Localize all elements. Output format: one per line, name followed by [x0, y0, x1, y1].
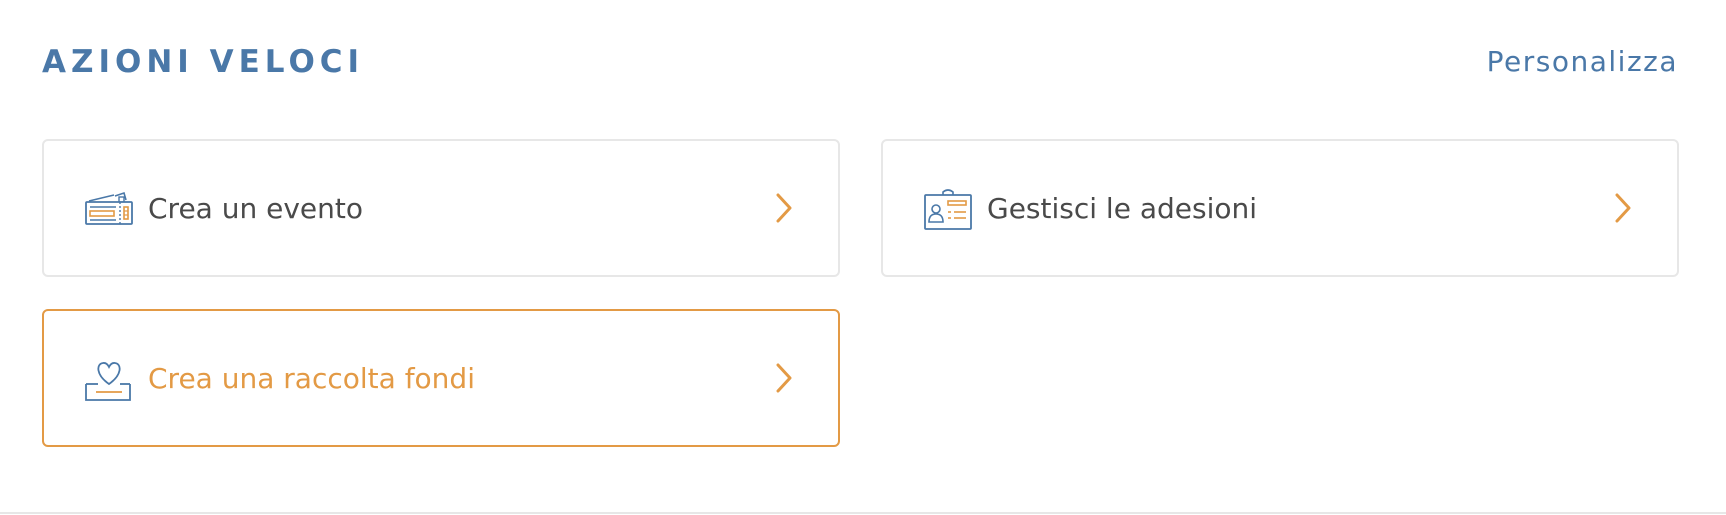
action-card-create-event[interactable]: Crea un evento	[42, 139, 840, 277]
chevron-right-icon	[774, 362, 794, 394]
action-card-label: Crea un evento	[148, 192, 364, 225]
ticket-icon	[84, 188, 134, 232]
action-card-manage-memberships[interactable]: Gestisci le adesioni	[881, 139, 1679, 277]
customize-link[interactable]: Personalizza	[1487, 42, 1678, 82]
chevron-right-icon	[1613, 192, 1633, 224]
action-card-create-fundraiser[interactable]: Crea una raccolta fondi	[42, 309, 840, 447]
donation-box-icon	[84, 358, 134, 402]
section-title: AZIONI VELOCI	[42, 44, 365, 80]
chevron-right-icon	[774, 192, 794, 224]
action-card-label: Crea una raccolta fondi	[148, 362, 475, 395]
bottom-divider	[0, 512, 1726, 514]
member-card-icon	[923, 188, 973, 232]
action-card-label: Gestisci le adesioni	[987, 192, 1258, 225]
